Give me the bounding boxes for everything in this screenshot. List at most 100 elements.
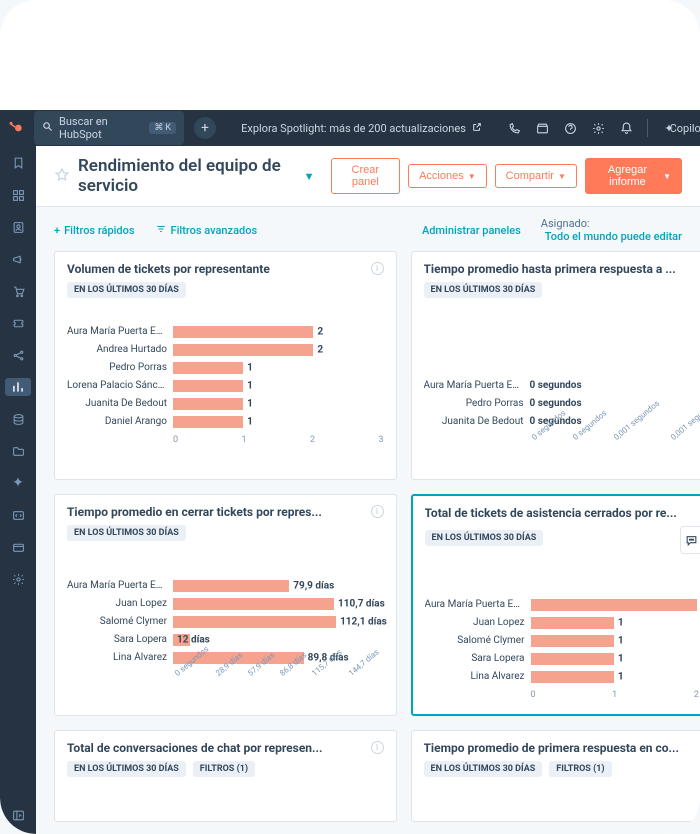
info-icon[interactable]: i xyxy=(371,505,384,518)
spotlight-link[interactable]: Explora Spotlight: más de 200 actualizac… xyxy=(226,122,497,135)
chart-value-label: 112,1 días xyxy=(340,616,387,627)
chevron-down-icon: ▼ xyxy=(558,172,566,181)
cart-icon[interactable] xyxy=(9,282,27,300)
chart-value-label: 1 xyxy=(618,635,624,646)
chart-category-label: Aura María Puerta Esco... xyxy=(424,380,524,391)
chart-value-label: 79,9 días xyxy=(293,580,334,591)
reports-icon[interactable] xyxy=(5,378,31,396)
chart-category-label: Lina Álvarez xyxy=(67,652,167,663)
marketplace-icon[interactable] xyxy=(535,121,549,135)
create-button[interactable]: + xyxy=(194,117,216,139)
chart-bar xyxy=(531,599,698,611)
info-icon[interactable]: i xyxy=(371,741,384,754)
quick-filters-button[interactable]: + Filtros rápidos xyxy=(54,224,135,237)
bookmark-icon[interactable] xyxy=(9,154,27,172)
info-icon[interactable]: i xyxy=(371,262,384,275)
database-icon[interactable] xyxy=(9,410,27,428)
chart-value-label: 1 xyxy=(247,362,253,373)
filters-pill[interactable]: FILTROS (1) xyxy=(193,761,255,777)
chart-value-label: 2 xyxy=(317,326,323,337)
chart-bar xyxy=(173,344,313,356)
report-card-avg-close-time[interactable]: Tiempo promedio en cerrar tickets por re… xyxy=(54,494,397,716)
report-card-ticket-volume[interactable]: Volumen de tickets por representante i E… xyxy=(54,251,397,480)
ticket-icon[interactable] xyxy=(9,314,27,332)
card-title: Total de tickets de asistencia cerrados … xyxy=(425,506,700,520)
chart: Aura María Puerta Esco...2Juan Lopez1Sal… xyxy=(425,546,700,708)
date-range-pill[interactable]: EN LOS ÚLTIMOS 30 DÍAS xyxy=(424,282,543,298)
chart-category-label: Pedro Porras xyxy=(67,362,167,373)
date-range-pill[interactable]: EN LOS ÚLTIMOS 30 DÍAS xyxy=(424,761,543,777)
favorite-star-icon[interactable] xyxy=(54,167,70,186)
page-title[interactable]: Rendimiento del equipo de servicio ▼ xyxy=(78,156,315,196)
collapse-icon[interactable] xyxy=(9,806,27,824)
chevron-down-icon: ▼ xyxy=(468,172,476,181)
chart-category-label: Juan Lopez xyxy=(425,617,525,628)
advanced-filters-button[interactable]: Filtros avanzados xyxy=(155,224,258,237)
chart-bar xyxy=(531,635,614,647)
axis-tick: 1 xyxy=(612,690,617,700)
chart-bar xyxy=(173,598,334,610)
axis-tick: 2 xyxy=(694,690,699,700)
chart-category-label: Aura María Puerta Esco... xyxy=(425,599,525,610)
external-link-icon xyxy=(472,122,482,135)
card-title: Tiempo promedio hasta primera respuesta … xyxy=(424,262,700,276)
date-range-pill[interactable]: EN LOS ÚLTIMOS 30 DÍAS xyxy=(67,282,186,298)
folder-icon[interactable] xyxy=(9,442,27,460)
chart-bar xyxy=(531,617,614,629)
date-range-pill[interactable]: EN LOS ÚLTIMOS 30 DÍAS xyxy=(425,530,544,546)
report-card-chat-conversations[interactable]: Total de conversaciones de chat por repr… xyxy=(54,730,397,822)
chart-bar xyxy=(173,362,243,374)
report-card-avg-first-response-chat[interactable]: Tiempo promedio de primera respuesta en … xyxy=(411,730,700,822)
date-range-pill[interactable]: EN LOS ÚLTIMOS 30 DÍAS xyxy=(67,525,186,541)
chart-category-label: Sara Lopera xyxy=(425,653,525,664)
contact-icon[interactable] xyxy=(9,218,27,236)
chart-category-label: Andrea Hurtado xyxy=(67,344,167,355)
actions-button[interactable]: Acciones▼ xyxy=(408,164,487,188)
chart-value: 0 segundos xyxy=(530,398,700,409)
help-icon[interactable] xyxy=(563,121,577,135)
topbar: Buscar en HubSpot ⌘K + Explora Spotlight… xyxy=(0,110,700,146)
filters-pill[interactable]: FILTROS (1) xyxy=(549,761,611,777)
code-icon[interactable] xyxy=(9,506,27,524)
copilot-button[interactable]: ✦ Copilot xyxy=(662,121,694,135)
report-card-avg-first-response[interactable]: Tiempo promedio hasta primera respuesta … xyxy=(411,251,700,480)
chart-category-label: Juanita De Bedout xyxy=(67,398,167,409)
chart-category-label: Sara Lopera xyxy=(67,634,167,645)
chart-category-label: Lina Álvarez xyxy=(425,671,525,682)
card-title: Total de conversaciones de chat por repr… xyxy=(67,741,367,755)
chart-value-label: 1 xyxy=(247,416,253,427)
megaphone-icon[interactable] xyxy=(9,250,27,268)
copilot-label: Copilot xyxy=(680,121,694,135)
card-title: Tiempo promedio en cerrar tickets por re… xyxy=(67,505,367,519)
settings-icon[interactable] xyxy=(591,121,605,135)
hubspot-logo-icon xyxy=(6,119,24,137)
chart-category-label: Aura María Puerta Esco... xyxy=(67,326,167,337)
search-icon xyxy=(42,121,53,135)
create-panel-button[interactable]: Crear panel xyxy=(331,158,401,194)
filters-bar: + Filtros rápidos Filtros avanzados Admi… xyxy=(36,207,700,251)
add-report-button[interactable]: Agregar informe▼ xyxy=(585,158,682,194)
assigned-value-link[interactable]: Todo el mundo puede editar xyxy=(545,230,682,243)
date-range-pill[interactable]: EN LOS ÚLTIMOS 30 DÍAS xyxy=(67,761,186,777)
chart-category-label: Salomé Clymer xyxy=(67,616,167,627)
chart: Aura María Puerta Esco...79,9 díasJuan L… xyxy=(67,541,384,709)
notifications-icon[interactable] xyxy=(619,121,633,135)
gear-icon[interactable] xyxy=(9,570,27,588)
chart-bar xyxy=(531,671,614,683)
share-button[interactable]: Compartir▼ xyxy=(495,164,577,188)
chevron-down-icon: ▼ xyxy=(304,170,315,183)
report-card-closed-tickets[interactable]: Total de tickets de asistencia cerrados … xyxy=(411,494,700,716)
plus-icon: + xyxy=(54,224,60,237)
chart-bar xyxy=(173,398,243,410)
chart-bar xyxy=(173,616,336,628)
phone-icon[interactable] xyxy=(507,121,521,135)
chart-value-label: 110,7 días xyxy=(338,598,385,609)
axis-tick: 2 xyxy=(310,435,315,445)
commerce-icon[interactable] xyxy=(9,538,27,556)
grid-icon[interactable] xyxy=(9,186,27,204)
manage-panels-link[interactable]: Administrar paneles xyxy=(422,224,521,237)
search-input[interactable]: Buscar en HubSpot ⌘K xyxy=(34,111,184,145)
sparkle-icon[interactable]: ✦ xyxy=(9,474,27,492)
feedback-tab[interactable] xyxy=(680,526,700,554)
share-nodes-icon[interactable] xyxy=(9,346,27,364)
